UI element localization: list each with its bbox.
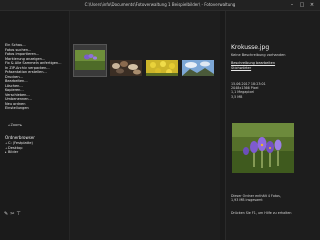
- tree-item-pictures[interactable]: ▸Bilder: [5, 150, 35, 155]
- thumbnail-sunflowers[interactable]: [145, 44, 179, 77]
- meta-filesize: 3,5 MB: [231, 94, 243, 99]
- close-icon[interactable]: ×: [309, 3, 315, 8]
- brush-icon[interactable]: ⊤: [16, 211, 22, 217]
- app-window: C:\Users\info\Documents\Fotoverwaltung 1…: [0, 0, 320, 240]
- detail-panel: Krokusse.jpg Keine Beschreibung vorhande…: [225, 11, 320, 240]
- stones-photo: [109, 44, 143, 77]
- file-metadata: 15.06.2017 18:23:01 2048x1366 Pixel 1,1 …: [231, 82, 266, 99]
- thumbnail-stones[interactable]: [109, 44, 143, 77]
- file-name: Krokusse.jpg: [231, 44, 270, 51]
- title-bar: C:\Users\info\Documents\Fotoverwaltung 1…: [0, 0, 320, 11]
- sunflowers-photo: [145, 44, 179, 77]
- menu-item-collect[interactable]: Fix & Alle Sammeln anfertigen...: [5, 61, 61, 66]
- crocus-preview-photo: [232, 123, 294, 173]
- crocus-photo: [74, 45, 106, 76]
- window-title: C:\Users\info\Documents\Fotoverwaltung 1…: [84, 2, 236, 7]
- action-menu: Ein Schau... Fotos suchen... Fotos impor…: [5, 43, 61, 111]
- minimize-icon[interactable]: –: [289, 3, 295, 8]
- zoom-control[interactable]: ◂Zoom▸: [8, 123, 23, 127]
- sidebar: Ein Schau... Fotos suchen... Fotos impor…: [0, 11, 70, 240]
- arrow-left-icon: ◂: [8, 123, 10, 127]
- maximize-icon[interactable]: □: [299, 3, 305, 8]
- thumbnail-landscape[interactable]: [181, 44, 215, 77]
- image-preview: [232, 123, 294, 173]
- description-text: Keine Beschreibung vorhanden: [231, 53, 286, 57]
- arrow-right-icon: ▸: [20, 123, 23, 127]
- landscape-photo: [181, 44, 215, 77]
- folder-browser: Ordnerbrowser +C: (Festplatte) +Desktop …: [5, 135, 35, 155]
- thumbnail-area: [70, 11, 220, 240]
- help-hint: Drücken Sie F1, um Hilfe zu erhalten: [231, 211, 292, 215]
- thumbnail-crocus[interactable]: [73, 44, 107, 77]
- bottom-toolbar: ✎✂⊤: [4, 211, 23, 217]
- tags-link[interactable]: Stichwörter: [231, 66, 251, 71]
- menu-item-settings[interactable]: Einstellungen: [5, 106, 61, 111]
- zoom-label: Zoom: [10, 123, 21, 127]
- edit-description-link[interactable]: Beschreibung bearbeiten: [231, 61, 275, 66]
- folder-summary: Dieser Ordner enthält 4 Fotos, 1,93 MB i…: [231, 194, 281, 203]
